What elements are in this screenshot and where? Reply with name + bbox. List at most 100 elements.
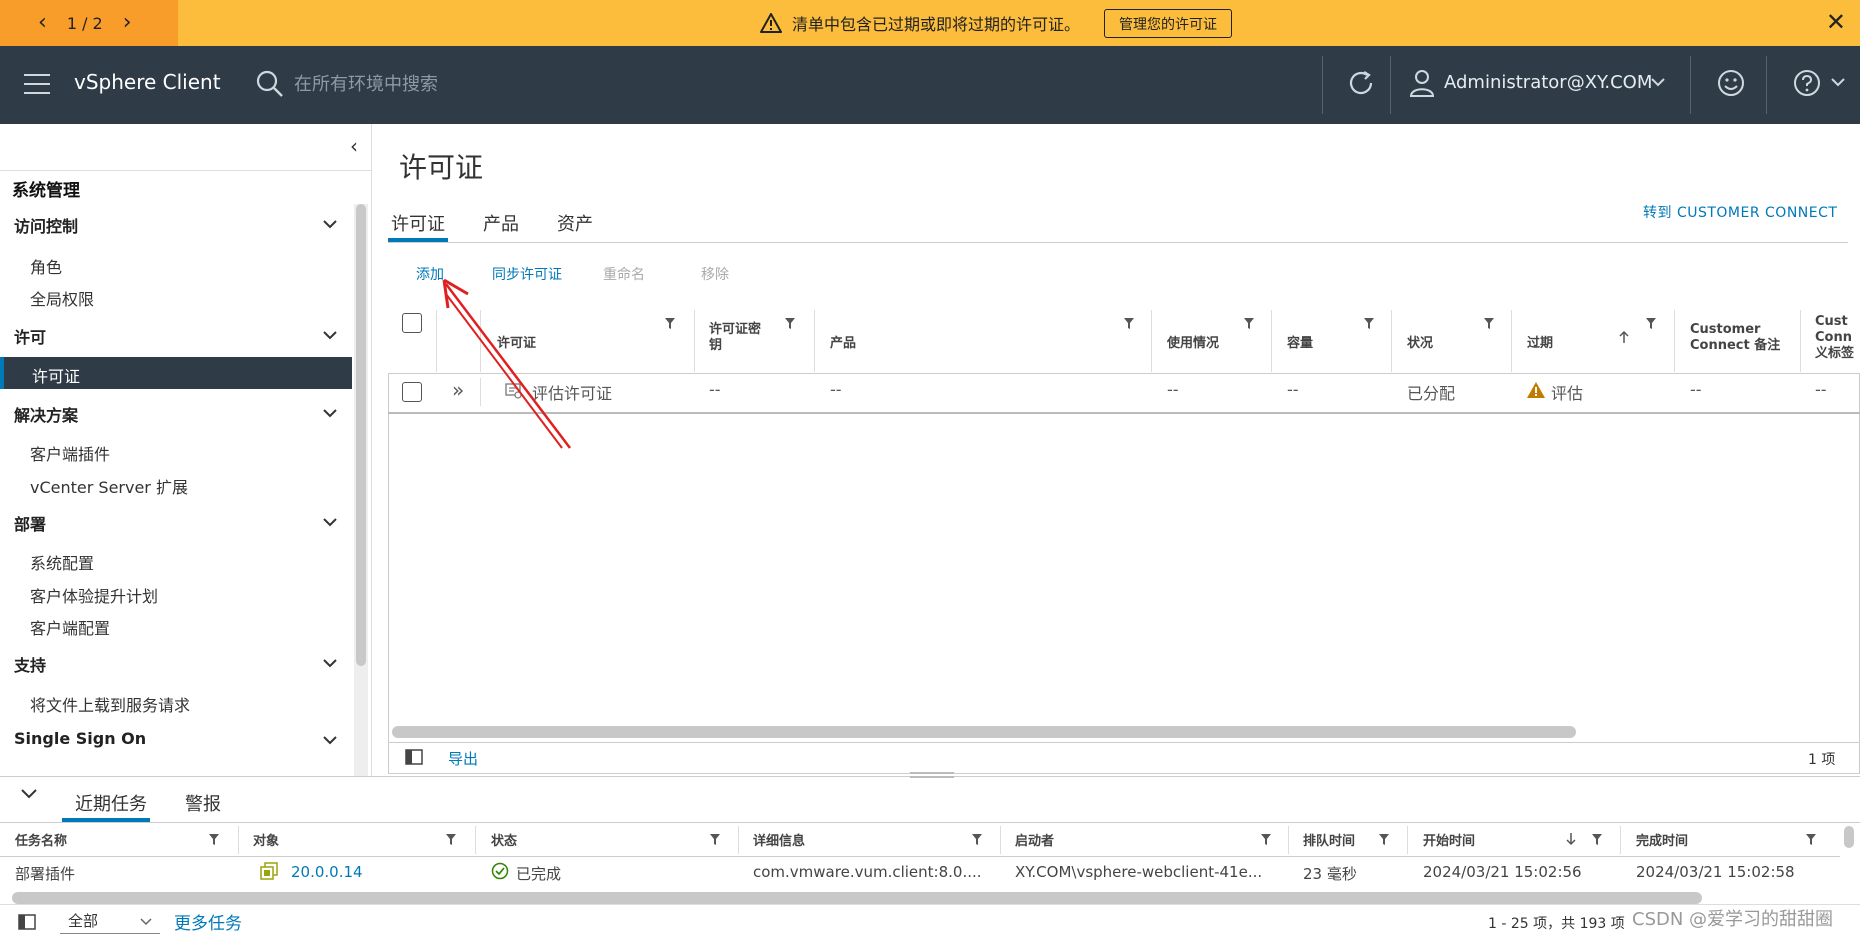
sidebar-scrollbar-thumb[interactable] bbox=[356, 204, 366, 666]
column-header-capacity[interactable]: 容量 bbox=[1287, 336, 1313, 352]
tab-assets[interactable]: 资产 bbox=[557, 210, 593, 236]
search-input[interactable] bbox=[292, 68, 692, 100]
export-button[interactable]: 导出 bbox=[448, 748, 478, 769]
chevron-down-icon[interactable] bbox=[322, 407, 338, 419]
sidebar-item-upload-file[interactable]: 将文件上载到服务请求 bbox=[30, 692, 190, 716]
manage-licenses-button[interactable]: 管理您的许可证 bbox=[1104, 9, 1232, 38]
sidebar-section-deployment[interactable]: 部署 bbox=[14, 511, 46, 535]
sidebar-section-sso[interactable]: Single Sign On bbox=[14, 729, 146, 748]
warning-icon bbox=[1527, 382, 1545, 398]
chevron-down-icon[interactable] bbox=[322, 218, 338, 230]
filter-icon[interactable] bbox=[1244, 318, 1254, 330]
watermark: CSDN @爱学习的甜甜圈 bbox=[1632, 909, 1834, 930]
refresh-icon[interactable] bbox=[1346, 68, 1376, 98]
filter-icon[interactable] bbox=[1646, 318, 1656, 330]
sidebar-section-support[interactable]: 支持 bbox=[14, 652, 46, 676]
filter-icon[interactable] bbox=[1592, 834, 1602, 846]
select-all-checkbox[interactable] bbox=[402, 313, 422, 333]
row-checkbox[interactable] bbox=[402, 382, 422, 402]
sidebar-item-client-config[interactable]: 客户端配置 bbox=[30, 615, 110, 639]
tasks-horizontal-scrollbar[interactable] bbox=[12, 892, 1702, 904]
column-header-license-key[interactable]: 许可证密 钥 bbox=[709, 322, 761, 354]
chevron-down-icon[interactable] bbox=[322, 329, 338, 341]
chevron-left-icon[interactable]: ‹ bbox=[38, 12, 47, 34]
sidebar-section-licensing[interactable]: 许可 bbox=[14, 324, 46, 348]
chevron-down-icon[interactable] bbox=[322, 734, 338, 746]
filter-icon[interactable] bbox=[209, 834, 219, 846]
sidebar-section-solutions[interactable]: 解决方案 bbox=[14, 402, 78, 426]
cell-usage: -- bbox=[1167, 380, 1179, 399]
tab-products[interactable]: 产品 bbox=[483, 210, 519, 236]
filter-icon[interactable] bbox=[1124, 318, 1134, 330]
collapse-sidebar-icon[interactable]: ‹ bbox=[350, 134, 358, 158]
annotation-arrow bbox=[442, 278, 571, 449]
column-header-customer-connect-tags[interactable]: Cust Conn 义标签 bbox=[1815, 314, 1860, 362]
chevron-down-icon[interactable] bbox=[322, 657, 338, 669]
column-header-expiration[interactable]: 过期 bbox=[1527, 336, 1553, 352]
column-header-state[interactable]: 状况 bbox=[1407, 336, 1433, 352]
filter-icon[interactable] bbox=[1379, 834, 1389, 846]
user-name[interactable]: Administrator@XY.COM bbox=[1444, 72, 1652, 93]
help-icon[interactable] bbox=[1792, 68, 1822, 98]
column-header-product[interactable]: 产品 bbox=[830, 336, 856, 352]
filter-icon[interactable] bbox=[665, 318, 675, 330]
sidebar-item-roles[interactable]: 角色 bbox=[30, 254, 62, 278]
filter-icon[interactable] bbox=[785, 318, 795, 330]
sidebar-item-ceip[interactable]: 客户体验提升计划 bbox=[30, 583, 158, 607]
tabs-divider bbox=[0, 822, 1860, 823]
sort-ascending-icon[interactable] bbox=[1618, 330, 1630, 344]
user-icon[interactable] bbox=[1408, 68, 1436, 98]
filter-icon[interactable] bbox=[446, 834, 456, 846]
filter-icon[interactable] bbox=[710, 834, 720, 846]
grid-horizontal-scrollbar[interactable] bbox=[392, 726, 1576, 738]
sidebar-item-client-plugins[interactable]: 客户端插件 bbox=[30, 441, 110, 465]
column-header-customer-connect-notes[interactable]: Customer Connect 备注 bbox=[1690, 322, 1780, 354]
filter-icon[interactable] bbox=[972, 834, 982, 846]
tab-licenses[interactable]: 许可证 bbox=[391, 210, 445, 236]
column-header-start-time[interactable]: 开始时间 bbox=[1423, 830, 1475, 849]
tab-recent-tasks[interactable]: 近期任务 bbox=[75, 790, 147, 816]
column-header-details[interactable]: 详细信息 bbox=[753, 830, 805, 849]
column-toggle-icon[interactable] bbox=[18, 914, 36, 930]
column-header-task-name[interactable]: 任务名称 bbox=[15, 830, 67, 849]
column-divider bbox=[1674, 310, 1675, 372]
chevron-down-icon[interactable] bbox=[20, 786, 38, 800]
task-target-link[interactable]: 20.0.0.14 bbox=[291, 863, 363, 881]
filter-icon[interactable] bbox=[1261, 834, 1271, 846]
banner-message-text: 清单中包含已过期或即将过期的许可证。 bbox=[792, 15, 1081, 34]
hamburger-menu-icon[interactable] bbox=[24, 74, 50, 94]
feedback-smiley-icon[interactable] bbox=[1716, 68, 1746, 98]
column-header-queued-for[interactable]: 排队时间 bbox=[1303, 830, 1355, 849]
active-indicator bbox=[0, 357, 4, 389]
column-header-target[interactable]: 对象 bbox=[253, 830, 279, 849]
chevron-right-icon[interactable]: › bbox=[123, 12, 132, 34]
more-tasks-link[interactable]: 更多任务 bbox=[174, 909, 242, 934]
panel-resize-handle[interactable] bbox=[910, 772, 954, 778]
sidebar-item-global-permissions[interactable]: 全局权限 bbox=[30, 286, 94, 310]
goto-customer-connect-link[interactable]: 转到 CUSTOMER CONNECT bbox=[1643, 202, 1837, 222]
column-toggle-icon[interactable] bbox=[405, 749, 423, 765]
sidebar-item-system-config[interactable]: 系统配置 bbox=[30, 550, 94, 574]
column-header-initiator[interactable]: 启动者 bbox=[1015, 830, 1054, 849]
header-divider bbox=[1322, 56, 1323, 114]
column-header-usage[interactable]: 使用情况 bbox=[1167, 336, 1219, 352]
column-header-status[interactable]: 状态 bbox=[491, 830, 517, 849]
tasks-vertical-scrollbar[interactable] bbox=[1844, 826, 1854, 848]
sidebar-item-vcenter-extensions[interactable]: vCenter Server 扩展 bbox=[30, 474, 188, 498]
close-icon[interactable]: ✕ bbox=[1826, 10, 1846, 34]
cell-capacity: -- bbox=[1287, 380, 1299, 399]
chevron-down-icon[interactable] bbox=[1650, 76, 1666, 88]
sort-descending-icon[interactable] bbox=[1565, 832, 1577, 846]
tab-alarms[interactable]: 警报 bbox=[185, 790, 221, 816]
filter-icon[interactable] bbox=[1364, 318, 1374, 330]
remove-button[interactable]: 移除 bbox=[701, 264, 729, 284]
app-title: vSphere Client bbox=[74, 70, 221, 94]
chevron-down-icon[interactable] bbox=[322, 516, 338, 528]
sidebar-section-access-control[interactable]: 访问控制 bbox=[14, 213, 78, 237]
filter-icon[interactable] bbox=[1806, 834, 1816, 846]
filter-icon[interactable] bbox=[1484, 318, 1494, 330]
chevron-down-icon[interactable] bbox=[1830, 76, 1846, 88]
column-header-completion-time[interactable]: 完成时间 bbox=[1636, 830, 1688, 849]
task-filter-select[interactable]: 全部 bbox=[60, 908, 160, 934]
rename-button[interactable]: 重命名 bbox=[603, 264, 645, 284]
